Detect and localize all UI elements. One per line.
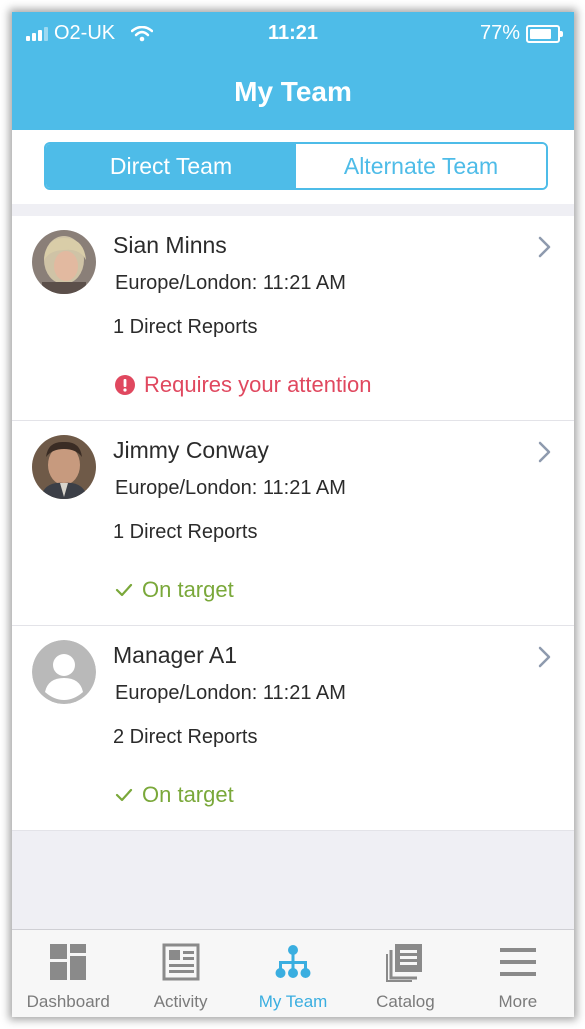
member-status-text: Requires your attention	[144, 372, 372, 397]
member-name: Sian Minns	[113, 232, 227, 258]
member-status: On target	[114, 782, 234, 808]
status-bar: O2-UK 11:21 77%	[12, 22, 574, 50]
member-timezone: Europe/London: 11:21 AM	[115, 477, 346, 499]
checkmark-icon	[115, 583, 133, 597]
chevron-right-icon	[538, 441, 551, 463]
member-status: On target	[114, 577, 234, 603]
avatar	[32, 640, 96, 704]
tab-label: Catalog	[376, 992, 435, 1011]
avatar	[32, 230, 96, 294]
alert-icon	[115, 375, 135, 395]
team-member-row[interactable]: Sian Minns Europe/London: 11:21 AM 1 Dir…	[12, 216, 574, 421]
member-name: Manager A1	[113, 642, 238, 668]
member-timezone: Europe/London: 11:21 AM	[115, 272, 346, 294]
battery-icon	[526, 24, 563, 43]
list-separator	[12, 204, 574, 216]
tab-catalog[interactable]: Catalog	[349, 930, 461, 1017]
chevron-right-icon	[538, 646, 551, 668]
member-status-text: On target	[142, 782, 234, 807]
tab-dashboard[interactable]: Dashboard	[12, 930, 124, 1017]
checkmark-icon	[115, 788, 133, 802]
menu-icon	[499, 948, 536, 976]
tab-label: Activity	[153, 992, 208, 1011]
member-status: Requires your attention	[114, 372, 371, 398]
page-title: My Team	[234, 76, 352, 107]
tab-more[interactable]: More	[462, 930, 574, 1017]
tab-alternate-team[interactable]: Alternate Team	[296, 144, 546, 188]
tab-label: More	[498, 992, 538, 1011]
battery-percent: 77%	[479, 22, 520, 44]
team-selector-area: Direct Team Alternate Team	[12, 130, 574, 204]
default-user-icon	[32, 640, 96, 704]
tab-my-team[interactable]: My Team	[237, 930, 349, 1017]
chevron-right-icon	[538, 236, 551, 258]
activity-icon	[162, 943, 200, 981]
avatar	[32, 435, 96, 499]
team-segmented-control: Direct Team Alternate Team	[44, 142, 548, 190]
tab-label: My Team	[258, 992, 328, 1011]
app-header: O2-UK 11:21 77% My Team	[12, 12, 574, 130]
member-direct-reports: 1 Direct Reports	[113, 521, 258, 543]
empty-list-area	[12, 831, 574, 929]
tab-activity[interactable]: Activity	[124, 930, 236, 1017]
team-list: Sian Minns Europe/London: 11:21 AM 1 Dir…	[12, 216, 574, 831]
catalog-icon	[386, 944, 423, 982]
member-status-text: On target	[142, 577, 234, 602]
member-timezone: Europe/London: 11:21 AM	[115, 682, 346, 704]
member-name: Jimmy Conway	[113, 437, 269, 463]
tab-direct-team[interactable]: Direct Team	[46, 144, 296, 188]
team-member-row[interactable]: Jimmy Conway Europe/London: 11:21 AM 1 D…	[12, 421, 574, 626]
member-direct-reports: 1 Direct Reports	[113, 316, 258, 338]
bottom-tab-bar: Dashboard Activity My Team Catalog More	[12, 929, 574, 1017]
phone-screen: O2-UK 11:21 77% My Team Direct Team Alte…	[12, 12, 574, 1017]
battery-info: 77%	[479, 22, 563, 45]
tab-label: Dashboard	[26, 992, 110, 1011]
team-member-row[interactable]: Manager A1 Europe/London: 11:21 AM 2 Dir…	[12, 626, 574, 831]
dashboard-icon	[50, 944, 87, 980]
org-chart-icon	[275, 945, 311, 978]
member-direct-reports: 2 Direct Reports	[113, 726, 258, 748]
